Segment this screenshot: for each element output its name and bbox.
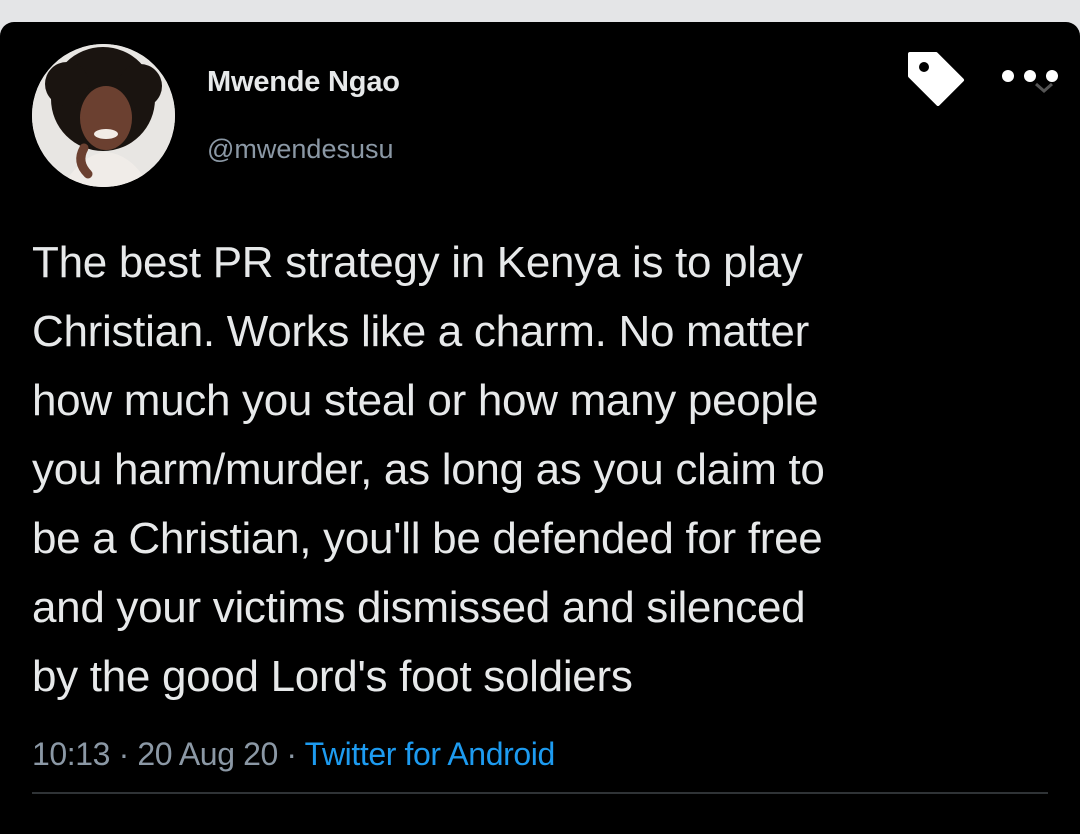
tweet-meta: 10:13 · 20 Aug 20 · Twitter for Android <box>32 736 555 773</box>
avatar[interactable] <box>32 44 175 187</box>
tag-icon[interactable] <box>904 48 968 106</box>
tweet-date[interactable]: 20 Aug 20 <box>137 736 278 772</box>
tweet-card: Mwende Ngao @mwendesusu The best PR stra… <box>0 22 1080 834</box>
divider <box>32 792 1048 794</box>
author-handle[interactable]: @mwendesusu <box>207 134 394 165</box>
author-name[interactable]: Mwende Ngao <box>207 66 400 99</box>
tweet-text: The best PR strategy in Kenya is to play… <box>32 238 825 701</box>
meta-separator: · <box>277 736 305 772</box>
profile-photo-icon <box>32 44 175 187</box>
tweet-source-link[interactable]: Twitter for Android <box>305 736 556 772</box>
meta-separator: · <box>110 736 138 772</box>
tweet-time[interactable]: 10:13 <box>32 736 110 772</box>
more-options-icon[interactable] <box>996 58 1064 94</box>
